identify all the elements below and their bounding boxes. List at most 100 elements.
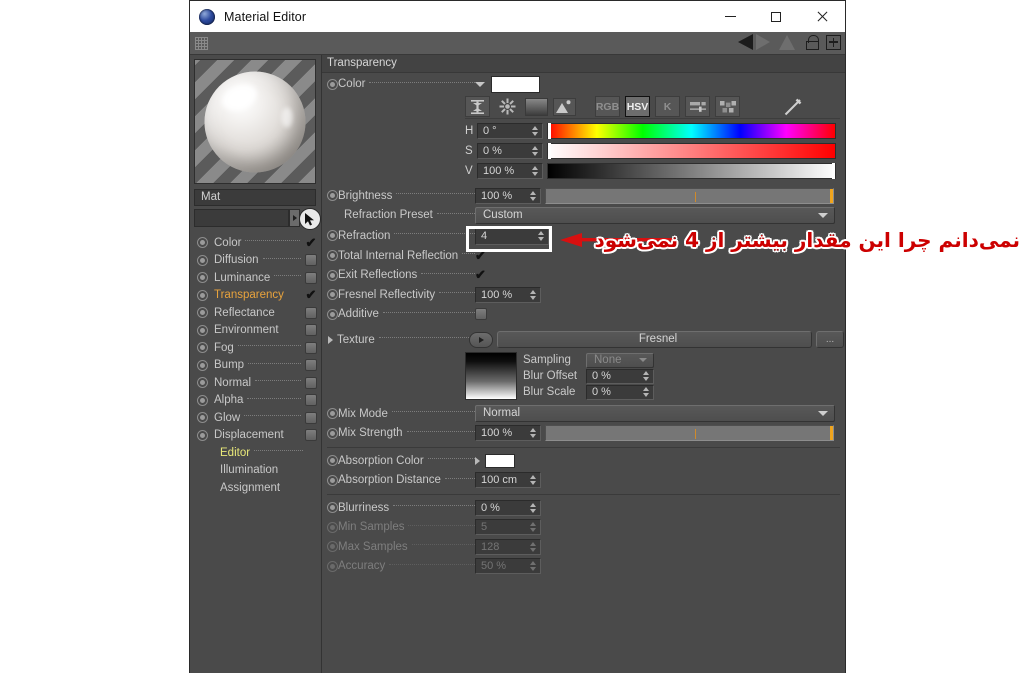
texture-gradient-preview[interactable]: [465, 352, 517, 400]
channel-environment[interactable]: Environment: [192, 322, 321, 340]
row-radio-icon[interactable]: [327, 190, 338, 202]
mix-strength-slider[interactable]: [545, 425, 834, 442]
k-button[interactable]: K: [655, 96, 680, 117]
additive-checkbox[interactable]: [475, 308, 487, 321]
drag-grip[interactable]: [195, 36, 208, 50]
refraction-field[interactable]: 4: [475, 226, 549, 245]
channel-radio-icon[interactable]: [197, 429, 208, 441]
refraction-stepper[interactable]: [535, 230, 546, 241]
range-icon[interactable]: [465, 96, 490, 117]
saturation-stepper[interactable]: [529, 146, 540, 156]
channel-bump[interactable]: Bump: [192, 357, 321, 375]
gradient-icon[interactable]: [525, 97, 548, 116]
hue-stepper[interactable]: [529, 126, 540, 136]
channel-checkbox[interactable]: [305, 429, 317, 442]
triangle-left-icon[interactable]: [738, 34, 753, 50]
sliders-icon[interactable]: [685, 96, 710, 117]
mix-mode-select[interactable]: Normal: [475, 405, 835, 423]
channel-checkbox[interactable]: [305, 359, 317, 372]
brightness-field[interactable]: 100 %: [475, 187, 541, 204]
mix-strength-field[interactable]: 100 %: [475, 425, 541, 442]
channel-radio-icon[interactable]: [197, 412, 208, 424]
lock-icon[interactable]: [806, 34, 819, 50]
slider-knob[interactable]: [830, 188, 833, 203]
channel-checkbox[interactable]: [305, 306, 317, 319]
value-knob[interactable]: [832, 163, 835, 179]
row-radio-icon[interactable]: [327, 502, 338, 514]
blurriness-field[interactable]: 0 %: [475, 499, 541, 516]
channel-radio-icon[interactable]: [197, 307, 208, 319]
image-icon[interactable]: [553, 97, 576, 116]
fresnel-reflectivity-field[interactable]: 100 %: [475, 286, 541, 303]
channel-normal[interactable]: Normal: [192, 374, 321, 392]
expand-triangle-icon[interactable]: [328, 335, 333, 344]
rgb-button[interactable]: RGB: [595, 96, 620, 117]
texture-play-button[interactable]: [469, 331, 493, 348]
close-button[interactable]: [799, 1, 845, 32]
channel-checkbox[interactable]: [305, 411, 317, 424]
channel-fog[interactable]: Fog: [192, 339, 321, 357]
hue-field[interactable]: 0 °: [477, 123, 543, 139]
saturation-slider[interactable]: [547, 143, 836, 159]
value-stepper[interactable]: [529, 166, 540, 176]
channel-displacement[interactable]: Displacement: [192, 427, 321, 445]
channel-radio-icon[interactable]: [197, 324, 208, 336]
plus-icon[interactable]: [826, 34, 841, 50]
exit-reflections-checkbox[interactable]: ✔: [475, 268, 486, 281]
channel-transparency[interactable]: Transparency ✔: [192, 287, 321, 305]
blur-scale-field[interactable]: 0 %: [586, 384, 654, 400]
blurriness-stepper[interactable]: [527, 502, 538, 513]
hue-knob[interactable]: [548, 123, 551, 139]
wheel-icon[interactable]: [495, 96, 520, 117]
slider-knob[interactable]: [830, 426, 833, 441]
row-radio-icon[interactable]: [327, 455, 338, 467]
swatches-icon[interactable]: [715, 96, 740, 117]
sidebar-item-illumination[interactable]: Illumination: [192, 462, 321, 480]
saturation-knob[interactable]: [548, 143, 551, 159]
sampling-select[interactable]: None: [586, 352, 654, 368]
channel-reflectance[interactable]: Reflectance: [192, 304, 321, 322]
row-radio-icon[interactable]: [327, 308, 338, 320]
sidebar-item-editor[interactable]: Editor: [192, 444, 321, 462]
channel-radio-icon[interactable]: [197, 289, 208, 301]
channel-radio-icon[interactable]: [197, 394, 208, 406]
channel-luminance[interactable]: Luminance: [192, 269, 321, 287]
channel-alpha[interactable]: Alpha: [192, 392, 321, 410]
material-name-field[interactable]: Mat: [194, 189, 316, 206]
brightness-stepper[interactable]: [527, 190, 538, 201]
refraction-preset-select[interactable]: Custom: [475, 206, 835, 224]
channel-checkbox[interactable]: [305, 324, 317, 337]
channel-radio-icon[interactable]: [197, 272, 208, 284]
channel-glow[interactable]: Glow: [192, 409, 321, 427]
absorption-distance-stepper[interactable]: [527, 475, 538, 486]
channel-checkbox[interactable]: [305, 394, 317, 407]
expand-triangle-icon[interactable]: [475, 456, 480, 465]
blur-offset-field[interactable]: 0 %: [586, 368, 654, 384]
value-field[interactable]: 100 %: [477, 163, 543, 179]
channel-color[interactable]: Color ✔: [192, 234, 321, 252]
color-swatch[interactable]: [491, 75, 540, 93]
channel-radio-icon[interactable]: [197, 359, 208, 371]
sidebar-item-assignment[interactable]: Assignment: [192, 479, 321, 497]
saturation-field[interactable]: 0 %: [477, 143, 543, 159]
absorption-distance-field[interactable]: 100 cm: [475, 472, 541, 489]
material-preview[interactable]: [194, 59, 316, 184]
triangle-right-icon[interactable]: [756, 34, 770, 50]
checkmark-icon[interactable]: ✔: [304, 288, 318, 301]
maximize-button[interactable]: [753, 1, 799, 32]
checkmark-icon[interactable]: ✔: [304, 236, 318, 249]
channel-diffusion[interactable]: Diffusion: [192, 252, 321, 270]
value-slider[interactable]: [547, 163, 836, 179]
channel-radio-icon[interactable]: [197, 254, 208, 266]
row-radio-icon[interactable]: [327, 408, 338, 420]
chevron-down-icon[interactable]: [475, 81, 485, 87]
channel-checkbox[interactable]: [305, 376, 317, 389]
hsv-button[interactable]: HSV: [625, 96, 650, 117]
channel-radio-icon[interactable]: [197, 342, 208, 354]
hue-slider[interactable]: [547, 123, 836, 139]
channel-checkbox[interactable]: [305, 271, 317, 284]
texture-name-field[interactable]: Fresnel: [497, 331, 812, 348]
absorption-color-swatch[interactable]: [485, 453, 515, 468]
row-radio-icon[interactable]: [327, 250, 338, 262]
pick-cursor-icon[interactable]: [299, 208, 321, 230]
